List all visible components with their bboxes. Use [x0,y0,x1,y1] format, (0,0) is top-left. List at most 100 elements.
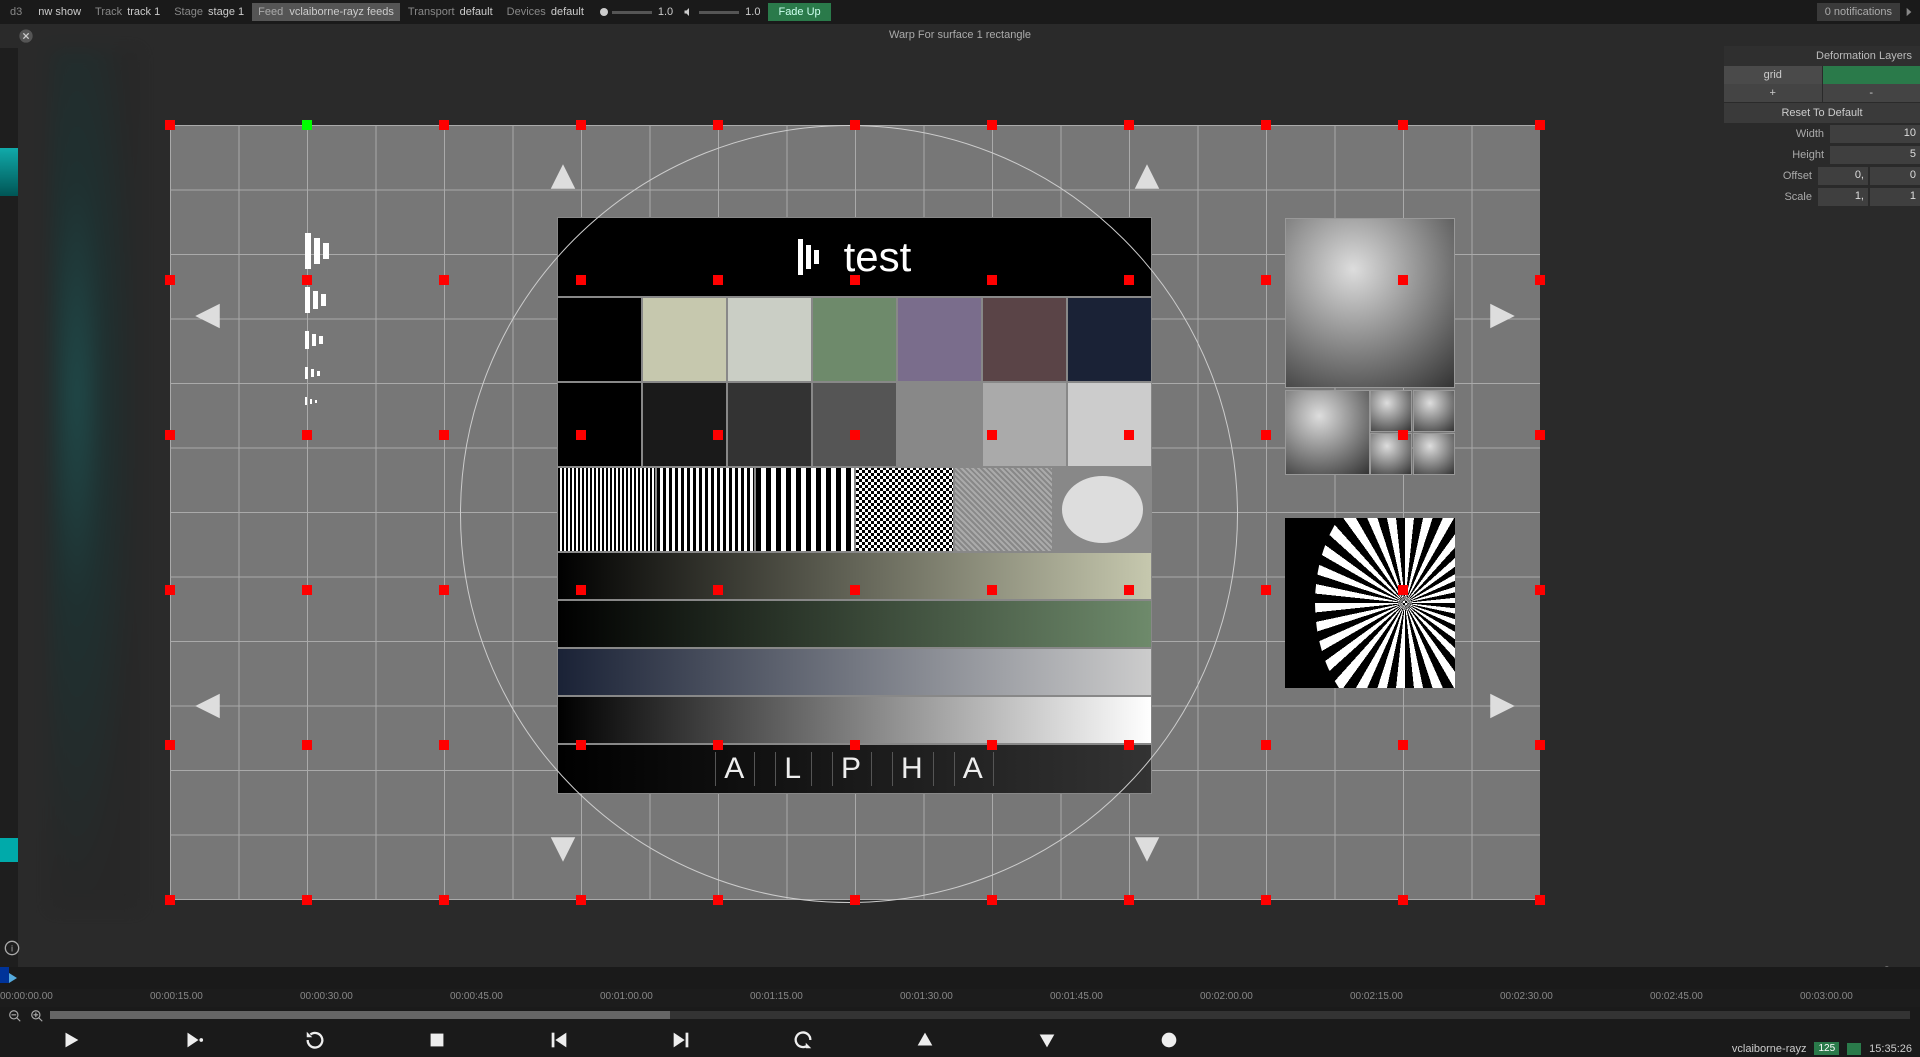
warp-control-point[interactable] [1398,895,1408,905]
play-button[interactable] [60,1029,82,1051]
volume-slider[interactable]: 1.0 [683,6,760,18]
warp-control-point[interactable] [302,430,312,440]
warp-control-point[interactable] [165,585,175,595]
warp-control-point[interactable] [1398,740,1408,750]
warp-control-point[interactable] [850,120,860,130]
warp-control-point[interactable] [1535,740,1545,750]
warp-control-point[interactable] [713,430,723,440]
warp-control-point[interactable] [302,275,312,285]
warp-control-point[interactable] [713,585,723,595]
warp-control-point[interactable] [576,430,586,440]
offset-x-field[interactable]: 0, [1818,167,1868,185]
warp-control-point[interactable] [439,895,449,905]
devices-menu[interactable]: Devices default [501,3,590,21]
brightness-slider[interactable]: 1.0 [600,6,673,18]
fade-up-button[interactable]: Fade Up [768,3,830,21]
warp-control-point[interactable] [1398,275,1408,285]
warp-control-point[interactable] [165,275,175,285]
warp-control-point[interactable] [1535,120,1545,130]
warp-control-point[interactable] [713,740,723,750]
warp-control-point[interactable] [1535,585,1545,595]
warp-control-point[interactable] [1124,275,1134,285]
fade-up-transport-button[interactable] [914,1029,936,1051]
record-button[interactable] [1158,1029,1180,1051]
warp-control-point[interactable] [1535,275,1545,285]
warp-control-point[interactable] [850,585,860,595]
warp-control-point[interactable] [165,895,175,905]
timeline-ruler[interactable]: 00:00:00.0000:00:15.0000:00:30.0000:00:4… [0,989,1920,1007]
warp-control-point[interactable] [1124,895,1134,905]
warp-control-point[interactable] [1261,275,1271,285]
warp-control-point[interactable] [1124,120,1134,130]
warp-control-point[interactable] [1124,585,1134,595]
layer-remove-button[interactable]: - [1823,84,1920,102]
warp-control-point[interactable] [850,895,860,905]
warp-surface[interactable]: test ALPHA [170,125,1540,900]
track-menu[interactable]: Track track 1 [89,3,166,21]
warp-control-point[interactable] [576,585,586,595]
warp-control-point[interactable] [439,120,449,130]
layer-active-indicator[interactable] [1823,66,1920,84]
warp-control-point[interactable] [987,430,997,440]
scale-x-field[interactable]: 1, [1818,188,1868,206]
warp-control-point[interactable] [1535,895,1545,905]
warp-control-point[interactable] [1261,895,1271,905]
zoom-in-icon[interactable] [30,1009,44,1023]
warp-control-point[interactable] [987,895,997,905]
prev-cue-button[interactable] [548,1029,570,1051]
warp-control-point[interactable] [1398,585,1408,595]
transport-menu[interactable]: Transport default [402,3,499,21]
warp-control-point[interactable] [576,740,586,750]
warp-control-point[interactable] [850,275,860,285]
warp-control-point[interactable] [987,275,997,285]
warp-control-point[interactable] [439,275,449,285]
warp-control-point[interactable] [1124,430,1134,440]
warp-control-point[interactable] [1124,740,1134,750]
scale-y-field[interactable]: 1 [1870,188,1920,206]
dock-handle-1[interactable] [0,148,18,196]
layer-grid-button[interactable]: grid [1724,66,1822,84]
warp-control-point[interactable] [1261,740,1271,750]
warp-control-point[interactable] [713,275,723,285]
stop-button[interactable] [426,1029,448,1051]
warp-control-point[interactable] [1535,430,1545,440]
warp-control-point[interactable] [576,120,586,130]
stage-menu[interactable]: Stage stage 1 [168,3,250,21]
warp-control-point[interactable] [987,585,997,595]
warp-control-point[interactable] [850,430,860,440]
play-section-button[interactable] [182,1029,204,1051]
warp-control-point[interactable] [576,895,586,905]
height-field[interactable]: 5 [1830,146,1920,164]
warp-control-point[interactable] [165,740,175,750]
warp-control-point[interactable] [713,120,723,130]
info-icon[interactable]: i [4,940,20,956]
warp-control-point[interactable] [850,740,860,750]
warp-control-point[interactable] [302,895,312,905]
warp-control-point[interactable] [1398,120,1408,130]
loop-button[interactable] [304,1029,326,1051]
feed-menu[interactable]: Feed vclaiborne-rayz feeds [252,3,400,21]
warp-control-point[interactable] [439,740,449,750]
warp-control-point[interactable] [439,430,449,440]
warp-control-point[interactable] [987,120,997,130]
expand-right-icon[interactable] [1902,5,1916,19]
warp-control-point[interactable] [1261,430,1271,440]
layer-add-button[interactable]: + [1724,84,1822,102]
dock-handle-2[interactable] [0,838,18,862]
warp-control-point[interactable] [439,585,449,595]
warp-control-point[interactable] [302,120,312,130]
playhead[interactable] [0,967,22,989]
warp-control-point[interactable] [302,585,312,595]
warp-control-point[interactable] [165,430,175,440]
width-field[interactable]: 10 [1830,125,1920,143]
zoom-out-icon[interactable] [8,1009,22,1023]
warp-control-point[interactable] [165,120,175,130]
warp-control-point[interactable] [1261,585,1271,595]
undo-button[interactable] [792,1029,814,1051]
timeline-scrollbar-thumb[interactable] [50,1011,670,1019]
reset-to-default-button[interactable]: Reset To Default [1724,103,1920,123]
offset-y-field[interactable]: 0 [1870,167,1920,185]
warp-control-point[interactable] [713,895,723,905]
timeline-scrollbar[interactable] [50,1011,1910,1019]
warp-control-point[interactable] [576,275,586,285]
